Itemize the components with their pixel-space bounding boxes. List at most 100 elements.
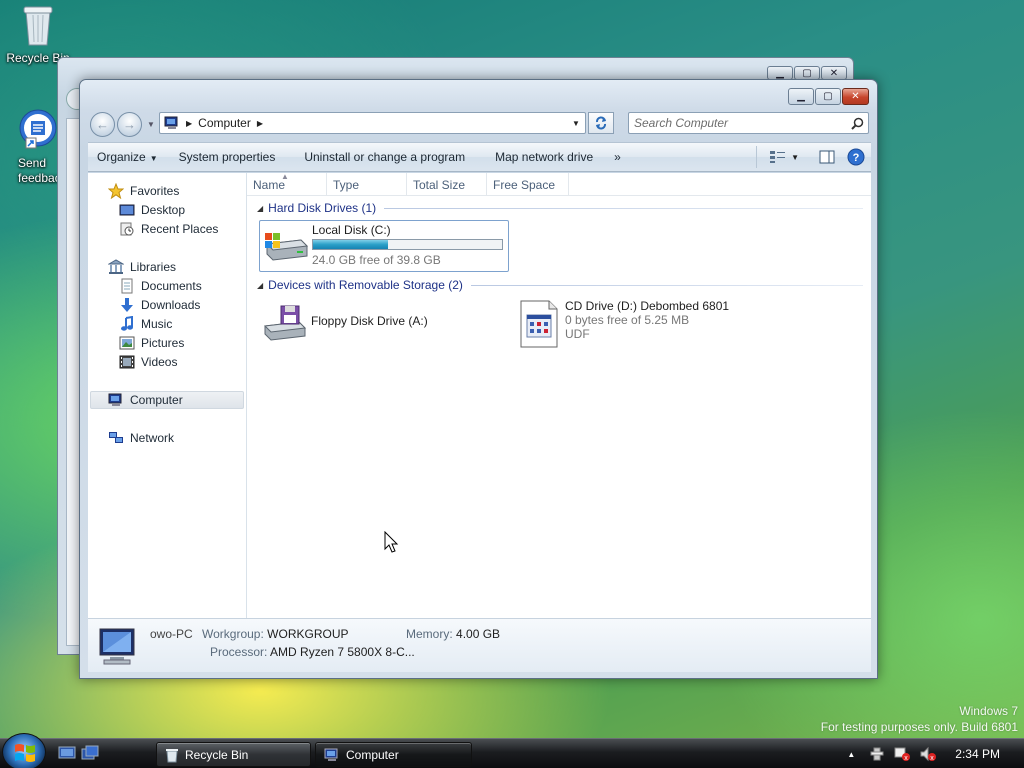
volume-muted-icon[interactable]: x (919, 746, 937, 762)
nav-videos[interactable]: Videos (119, 353, 177, 371)
nav-favorites[interactable]: Favorites (108, 182, 179, 200)
column-header-free-space[interactable]: Free Space (487, 173, 569, 195)
workgroup-field: Workgroup: WORKGROUP (202, 627, 349, 641)
processor-field: Processor: AMD Ryzen 7 5800X 8-C... (210, 645, 415, 659)
address-row: ← → ▼ ▶ Computer ▶ ▼ (88, 110, 869, 138)
drive-file-system: UDF (565, 327, 590, 341)
breadcrumb-separator-icon[interactable]: ▶ (186, 119, 192, 128)
nav-label: Documents (141, 279, 202, 293)
organize-menu[interactable]: Organize ▼ (88, 146, 167, 168)
refresh-button[interactable] (588, 112, 614, 134)
drive-d[interactable]: CD Drive (D:) Debombed 6801 0 bytes free… (513, 298, 763, 350)
close-button[interactable]: ✕ (821, 66, 847, 80)
back-arrow-icon: ← (96, 117, 109, 132)
toolbar-separator (756, 146, 758, 168)
download-arrow-icon (121, 298, 133, 312)
close-button[interactable]: ✕ (842, 88, 869, 105)
taskbar-button-computer[interactable]: Computer (315, 742, 472, 767)
views-icon[interactable] (769, 150, 787, 164)
drive-free-space: 24.0 GB free of 39.8 GB (312, 253, 441, 267)
computer-icon (164, 116, 178, 129)
drive-usage-bar (312, 239, 503, 250)
group-hard-disk-drives[interactable]: ◢ Hard Disk Drives (1) (257, 200, 863, 216)
taskbar: Recycle Bin Computer ▲ x x 2:34 PM (0, 733, 1024, 768)
nav-recent-places[interactable]: Recent Places (119, 220, 218, 238)
forward-button[interactable]: → (117, 112, 142, 137)
help-icon[interactable]: ? (847, 148, 865, 166)
nav-downloads[interactable]: Downloads (119, 296, 200, 314)
group-removable-storage[interactable]: ◢ Devices with Removable Storage (2) (257, 277, 863, 293)
memory-field: Memory: 4.00 GB (406, 627, 500, 641)
search-icon[interactable] (851, 117, 864, 130)
explorer-window[interactable]: ▁ ▢ ✕ ← → ▼ ▶ Computer ▶ ▼ Organize▼ Sys… (79, 79, 878, 679)
nav-label: Desktop (141, 203, 186, 217)
search-box[interactable] (628, 112, 869, 134)
more-commands-button[interactable]: » (602, 146, 630, 168)
back-button[interactable]: ← (90, 112, 115, 137)
show-hidden-icons-icon[interactable]: ▲ (847, 750, 855, 759)
column-header-total-size[interactable]: Total Size (407, 173, 487, 195)
feedback-icon (19, 109, 57, 149)
recent-pages-dropdown[interactable]: ▼ (147, 120, 155, 129)
minimize-button[interactable]: ▁ (788, 88, 814, 105)
switch-windows-icon[interactable] (81, 745, 99, 761)
drive-c[interactable]: Local Disk (C:) 24.0 GB free of 39.8 GB (259, 220, 509, 272)
drive-name: CD Drive (D:) Debombed 6801 (565, 299, 730, 313)
minimize-icon: ▁ (797, 91, 805, 102)
floppy-drive-icon (263, 305, 307, 341)
breadcrumb-computer[interactable]: Computer (198, 116, 251, 130)
drive-free-space: 0 bytes free of 5.25 MB (565, 313, 690, 327)
taskbar-button-label: Computer (346, 747, 399, 762)
system-properties-button[interactable]: System properties (167, 146, 285, 168)
clock[interactable]: 2:34 PM (955, 747, 1000, 761)
uninstall-program-button[interactable]: Uninstall or change a program (284, 146, 474, 168)
maximize-button[interactable]: ▢ (794, 66, 820, 80)
address-bar[interactable]: ▶ Computer ▶ ▼ (159, 112, 586, 134)
maximize-icon: ▢ (823, 91, 833, 102)
sort-ascending-icon: ▲ (281, 172, 289, 181)
group-divider (384, 207, 863, 209)
nav-pictures[interactable]: Pictures (119, 334, 184, 352)
nav-music[interactable]: Music (119, 315, 172, 333)
minimize-button[interactable]: ▁ (767, 66, 793, 80)
watermark-title: Windows 7 (959, 704, 1018, 718)
drive-usage-fill (313, 240, 389, 249)
map-network-drive-button[interactable]: Map network drive (474, 146, 602, 168)
address-dropdown-icon[interactable]: ▼ (567, 119, 585, 128)
drive-name: Floppy Disk Drive (A:) (311, 314, 428, 328)
action-center-flag-icon[interactable]: x (893, 746, 911, 762)
nav-label: Music (141, 317, 173, 331)
search-input[interactable] (634, 116, 844, 130)
nav-computer[interactable]: Computer (90, 391, 244, 409)
taskbar-button-recycle-bin[interactable]: Recycle Bin (156, 742, 311, 767)
network-icon (109, 432, 123, 443)
drive-name: Local Disk (C:) (312, 223, 391, 237)
nav-documents[interactable]: Documents (119, 277, 202, 295)
nav-network[interactable]: Network (108, 429, 174, 447)
nav-libraries[interactable]: Libraries (108, 258, 176, 276)
group-label: Devices with Removable Storage (2) (268, 278, 463, 292)
music-note-icon (121, 316, 133, 331)
collapse-icon: ◢ (257, 280, 264, 290)
svg-text:?: ? (853, 152, 860, 164)
breadcrumb-separator-icon[interactable]: ▶ (257, 119, 263, 128)
collapse-icon: ◢ (257, 203, 264, 213)
nav-desktop[interactable]: Desktop (119, 201, 185, 219)
column-header-name[interactable]: ▲ Name (247, 172, 327, 195)
minimize-icon: ▁ (776, 67, 784, 79)
column-header-type[interactable]: Type (327, 173, 407, 195)
show-desktop-icon[interactable] (58, 745, 76, 761)
windows-logo-icon (15, 744, 35, 762)
maximize-button[interactable]: ▢ (815, 88, 841, 105)
recycle-bin-icon (166, 748, 178, 762)
preview-pane-icon[interactable] (819, 150, 835, 164)
nav-label: Favorites (130, 184, 180, 198)
workgroup-label: Workgroup: (202, 627, 264, 641)
workgroup-value: WORKGROUP (267, 627, 349, 641)
views-dropdown-icon[interactable]: ▼ (791, 153, 799, 162)
nav-label: Computer (130, 393, 183, 407)
device-icon[interactable] (869, 746, 885, 762)
start-button[interactable] (2, 733, 46, 768)
notification-area: ▲ x x 2:34 PM (847, 739, 1024, 768)
drive-a[interactable]: Floppy Disk Drive (A:) (259, 298, 499, 346)
